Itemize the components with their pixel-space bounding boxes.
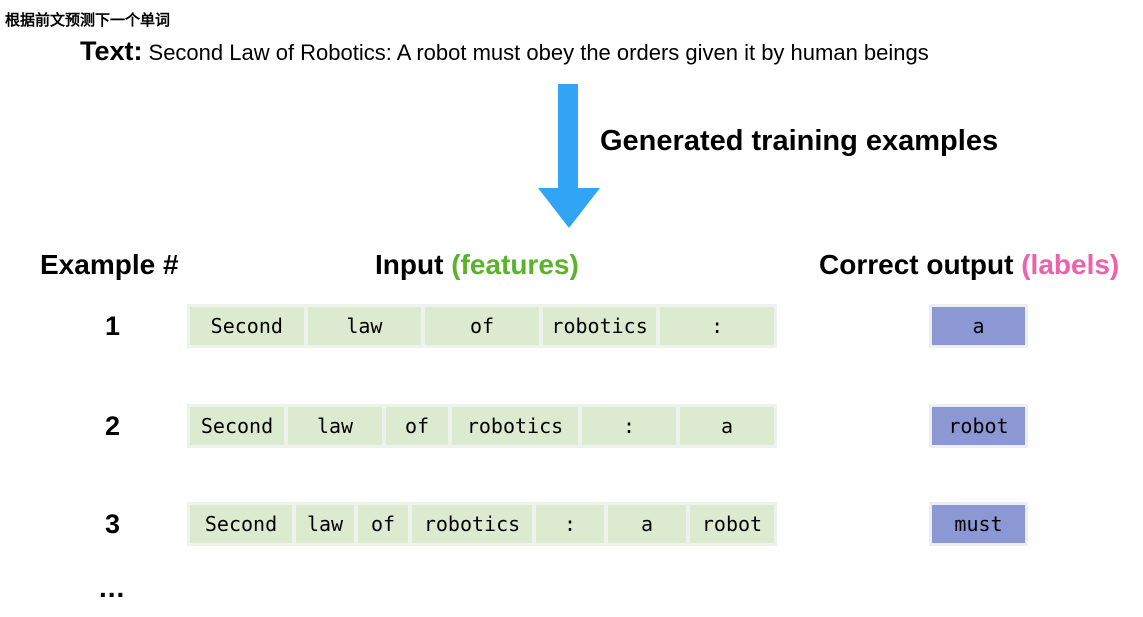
input-label: Input bbox=[375, 249, 444, 280]
input-token: a bbox=[608, 505, 686, 543]
input-token: Second bbox=[190, 505, 292, 543]
input-token: law bbox=[296, 505, 354, 543]
example-column-header: Example # bbox=[40, 249, 179, 280]
more-examples-ellipsis: ... bbox=[99, 572, 126, 603]
input-token: of bbox=[358, 505, 408, 543]
input-column-header: Input (features) bbox=[375, 249, 579, 281]
input-token: robotics bbox=[452, 407, 578, 445]
input-token: law bbox=[288, 407, 382, 445]
text-value: Second Law of Robotics: A robot must obe… bbox=[148, 40, 929, 65]
input-token: robotics bbox=[542, 307, 657, 345]
example-number: 1 bbox=[105, 311, 121, 341]
output-label-box: must bbox=[929, 502, 1028, 546]
input-token: law bbox=[307, 307, 422, 345]
output-label-box: robot bbox=[929, 404, 1028, 448]
input-token: of bbox=[386, 407, 448, 445]
input-token: Second bbox=[190, 307, 304, 345]
output-label-value: must bbox=[932, 505, 1025, 543]
input-token: a bbox=[680, 407, 774, 445]
down-arrow-icon bbox=[538, 84, 600, 228]
output-label: Correct output bbox=[819, 249, 1014, 280]
example-number: 2 bbox=[105, 411, 121, 441]
source-text: Text: Second Law of Robotics: A robot mus… bbox=[80, 36, 929, 67]
input-token-row: Second law of robotics : a bbox=[187, 404, 777, 448]
input-token: : bbox=[582, 407, 676, 445]
example-number: 3 bbox=[105, 509, 121, 539]
input-token-row: Second law of robotics : a robot bbox=[187, 502, 777, 546]
arrow-head bbox=[538, 188, 600, 228]
output-label-box: a bbox=[929, 304, 1028, 348]
features-note: (features) bbox=[451, 249, 579, 280]
labels-note: (labels) bbox=[1021, 249, 1120, 280]
input-token: : bbox=[660, 307, 774, 345]
page-title: 根据前文预测下一个单词 bbox=[5, 11, 171, 29]
output-label-value: a bbox=[932, 307, 1025, 345]
input-token: of bbox=[425, 307, 539, 345]
input-token: robot bbox=[690, 505, 774, 543]
output-column-header: Correct output (labels) bbox=[819, 249, 1119, 281]
arrow-shaft bbox=[558, 84, 578, 188]
input-token: robotics bbox=[412, 505, 532, 543]
text-label: Text: bbox=[80, 36, 143, 66]
output-label-value: robot bbox=[932, 407, 1025, 445]
input-token-row: Second law of robotics : bbox=[187, 304, 777, 348]
generated-examples-heading: Generated training examples bbox=[600, 125, 999, 157]
input-token: : bbox=[536, 505, 604, 543]
input-token: Second bbox=[190, 407, 284, 445]
